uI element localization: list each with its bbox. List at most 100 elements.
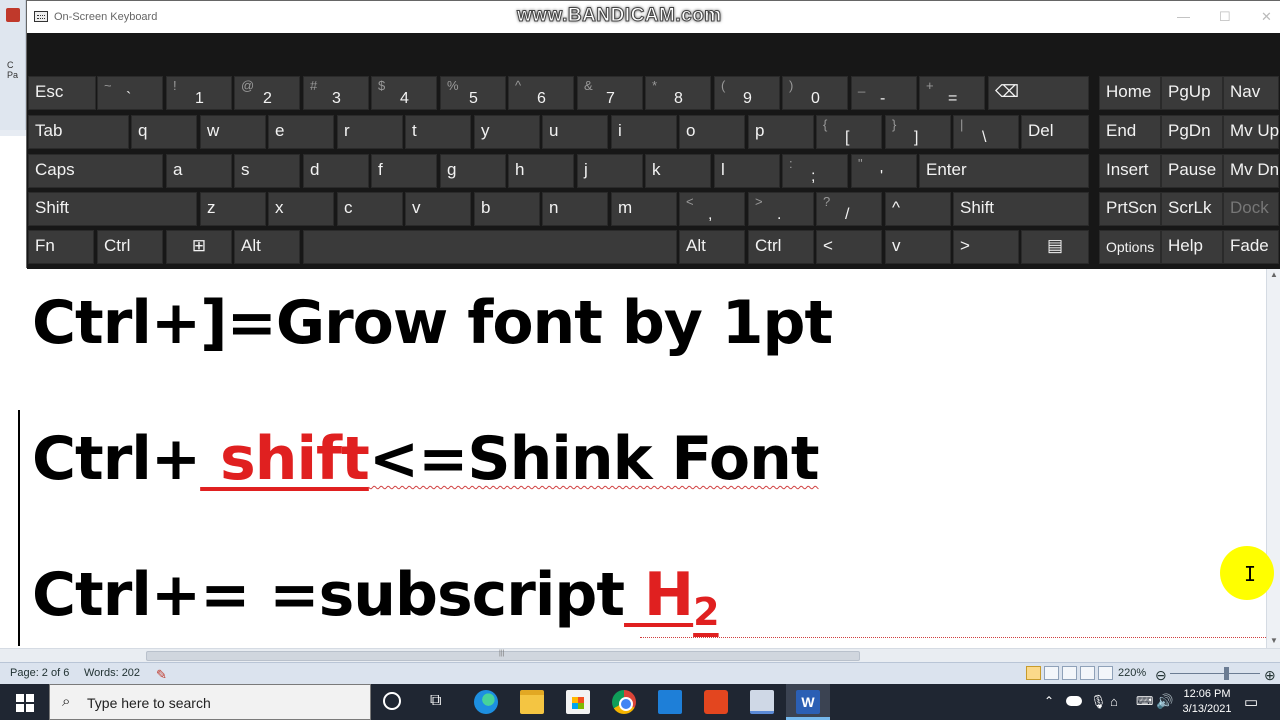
key-dock[interactable]: Dock — [1223, 192, 1279, 226]
zoom-in-icon[interactable]: ⊕ — [1264, 667, 1276, 684]
key-backslash[interactable]: | \ — [953, 115, 1019, 149]
paste-icon[interactable] — [6, 8, 20, 22]
key-v[interactable]: v — [405, 192, 471, 226]
key-end[interactable]: End — [1099, 115, 1161, 149]
word-count[interactable]: Words: 202 — [84, 667, 140, 679]
full-screen-view-icon[interactable] — [1044, 666, 1059, 680]
key-mvdn[interactable]: Mv Dn — [1223, 154, 1279, 188]
key-enter[interactable]: Enter — [919, 154, 1089, 188]
key-tab[interactable]: Tab — [28, 115, 129, 149]
key-down-arrow[interactable]: v — [885, 230, 951, 264]
key-b[interactable]: b — [474, 192, 540, 226]
key-menu[interactable]: ▤ — [1021, 230, 1089, 264]
web-layout-view-icon[interactable] — [1062, 666, 1077, 680]
draft-view-icon[interactable] — [1098, 666, 1113, 680]
key-home[interactable]: Home — [1099, 76, 1161, 110]
key-g[interactable]: g — [440, 154, 506, 188]
key-period[interactable]: >. — [748, 192, 814, 226]
vertical-scrollbar[interactable]: ▲ ▼ — [1266, 268, 1280, 648]
key-l[interactable]: l — [714, 154, 780, 188]
key-lbracket[interactable]: {[ — [816, 115, 882, 149]
outline-view-icon[interactable] — [1080, 666, 1095, 680]
network-icon[interactable]: ⌂ — [1110, 694, 1118, 720]
key-n[interactable]: n — [542, 192, 608, 226]
store-icon[interactable] — [566, 690, 590, 714]
key-rbracket[interactable]: }] — [885, 115, 951, 149]
key-x[interactable]: x — [268, 192, 334, 226]
close-button[interactable]: ✕ — [1261, 9, 1272, 25]
file-explorer-icon[interactable] — [520, 690, 544, 714]
key-left-ctrl[interactable]: Ctrl — [97, 230, 163, 264]
page-count[interactable]: Page: 2 of 6 — [10, 667, 69, 679]
key-z[interactable]: z — [200, 192, 266, 226]
key-m[interactable]: m — [611, 192, 677, 226]
key-left-shift[interactable]: Shift — [28, 192, 197, 226]
zoom-out-icon[interactable]: ⊖ — [1155, 667, 1167, 684]
key-j[interactable]: j — [577, 154, 643, 188]
key-5[interactable]: % 5 — [440, 76, 506, 110]
onedrive-icon[interactable] — [1066, 696, 1082, 706]
key-pgdn[interactable]: PgDn — [1161, 115, 1223, 149]
key-right-alt[interactable]: Alt — [679, 230, 745, 264]
taskbar-search[interactable]: ⌕ Type here to search — [49, 684, 371, 720]
key-windows[interactable]: ⊞ — [166, 230, 232, 264]
on-screen-keyboard-icon[interactable] — [750, 690, 774, 714]
key-7[interactable]: & 7 — [577, 76, 643, 110]
minimize-button[interactable]: — — [1177, 9, 1190, 24]
document-line-3[interactable]: Ctrl+= =subscript H2 — [32, 560, 720, 634]
key-pause[interactable]: Pause — [1161, 154, 1223, 188]
zoom-level[interactable]: 220% — [1118, 667, 1146, 679]
key-left-arrow[interactable]: < — [816, 230, 882, 264]
chevron-up-icon[interactable]: ⌃ — [1044, 694, 1054, 720]
key-a[interactable]: a — [166, 154, 232, 188]
clock[interactable]: 12:06 PM 3/13/2021 — [1182, 687, 1232, 720]
cortana-icon[interactable] — [383, 692, 401, 710]
key-4[interactable]: $4 — [371, 76, 437, 110]
key-y[interactable]: y — [474, 115, 540, 149]
key-f[interactable]: f — [371, 154, 437, 188]
key-grave[interactable]: ~ ` — [97, 76, 163, 110]
key-fade[interactable]: Fade — [1223, 230, 1279, 264]
keyboard-ime-icon[interactable]: ⌨ — [1136, 694, 1153, 720]
key-prtscn[interactable]: PrtScn — [1099, 192, 1161, 226]
key-0[interactable]: ) 0 — [782, 76, 848, 110]
key-8[interactable]: * 8 — [645, 76, 711, 110]
key-right-shift[interactable]: Shift — [953, 192, 1089, 226]
key-comma[interactable]: <, — [679, 192, 745, 226]
key-fn[interactable]: Fn — [28, 230, 94, 264]
volume-icon[interactable]: 🔊 — [1156, 693, 1173, 720]
key-slash[interactable]: ? / — [816, 192, 882, 226]
key-w[interactable]: w — [200, 115, 266, 149]
key-h[interactable]: h — [508, 154, 574, 188]
key-2[interactable]: @2 — [234, 76, 300, 110]
key-e[interactable]: e — [268, 115, 334, 149]
document-line-2[interactable]: Ctrl+ shift<=Shink Font — [32, 424, 820, 494]
key-u[interactable]: u — [542, 115, 608, 149]
office-icon[interactable] — [704, 690, 728, 714]
key-r[interactable]: r — [337, 115, 403, 149]
key-p[interactable]: p — [748, 115, 814, 149]
key-d[interactable]: d — [303, 154, 369, 188]
key-3[interactable]: #3 — [303, 76, 369, 110]
key-c[interactable]: c — [337, 192, 403, 226]
key-i[interactable]: i — [611, 115, 677, 149]
key-9[interactable]: (9 — [714, 76, 780, 110]
key-t[interactable]: t — [405, 115, 471, 149]
scroll-down-icon[interactable]: ▼ — [1270, 636, 1278, 645]
key-del[interactable]: Del — [1021, 115, 1089, 149]
key-left-alt[interactable]: Alt — [234, 230, 300, 264]
key-6[interactable]: ^ 6 — [508, 76, 574, 110]
notification-icon[interactable]: ▭ — [1244, 693, 1258, 720]
key-quote[interactable]: " ' — [851, 154, 917, 188]
key-equals[interactable]: + = — [919, 76, 985, 110]
microphone-icon[interactable]: 🎙 — [1090, 694, 1107, 720]
key-o[interactable]: o — [679, 115, 745, 149]
key-caps[interactable]: Caps — [28, 154, 163, 188]
key-up-arrow[interactable]: ^ — [885, 192, 951, 226]
key-1[interactable]: ! 1 — [166, 76, 232, 110]
key-esc[interactable]: Esc — [28, 76, 96, 110]
key-nav[interactable]: Nav — [1223, 76, 1279, 110]
zoom-slider[interactable] — [1170, 673, 1260, 674]
key-options[interactable]: Options — [1099, 230, 1161, 264]
key-s[interactable]: s — [234, 154, 300, 188]
